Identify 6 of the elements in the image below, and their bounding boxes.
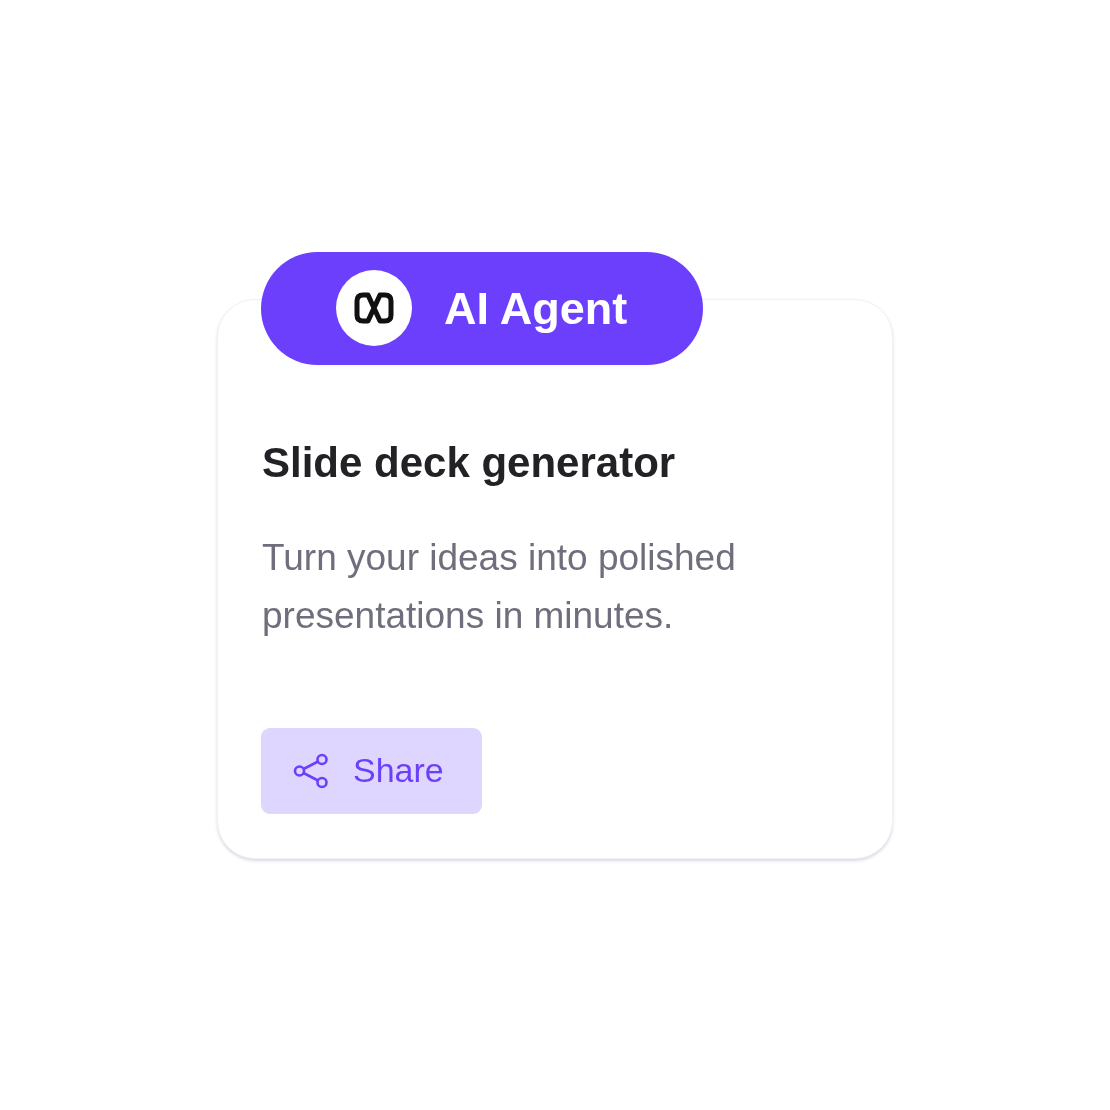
infinity-logo-icon bbox=[336, 270, 412, 346]
card-title: Slide deck generator bbox=[262, 438, 676, 487]
card-description: Turn your ideas into polished presentations in minutes. bbox=[262, 535, 737, 638]
badge-label: AI Agent bbox=[444, 285, 628, 331]
share-button[interactable]: Share bbox=[261, 727, 482, 814]
share-icon bbox=[293, 752, 329, 789]
